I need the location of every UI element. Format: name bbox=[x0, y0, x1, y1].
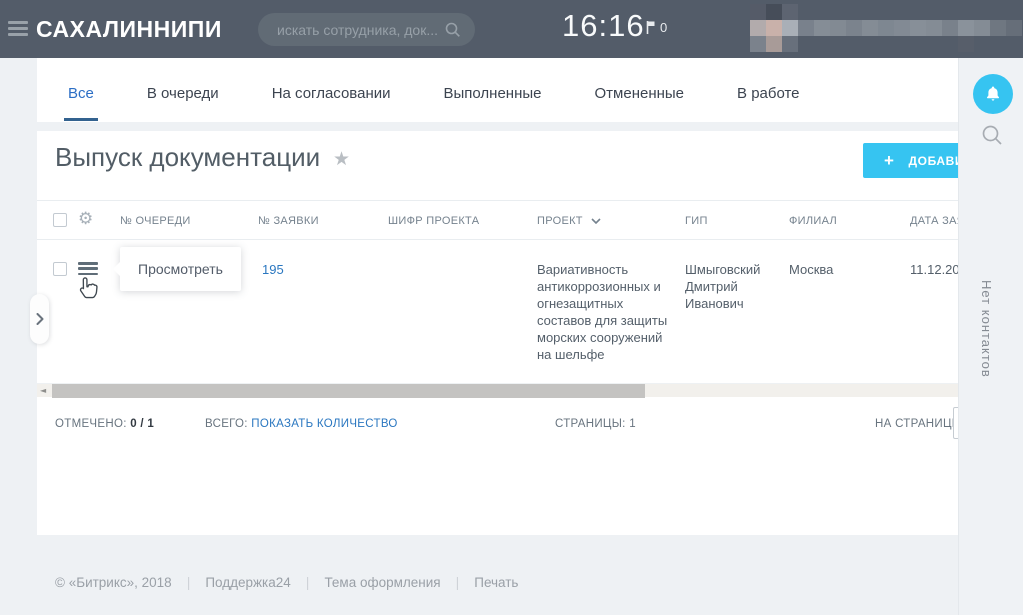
search-icon bbox=[445, 22, 461, 38]
right-sidebar: Нет контактов bbox=[958, 58, 1023, 615]
per-page-label: НА СТРАНИЦЕ: bbox=[875, 418, 958, 430]
date-cell: 11.12.20 bbox=[910, 261, 958, 278]
scroll-left-arrow-icon[interactable]: ◄ bbox=[40, 386, 46, 395]
clock: 16:16 bbox=[562, 8, 645, 44]
app-window: САХАЛИННИПИ искать сотрудника, док... 16… bbox=[0, 0, 1023, 615]
flag-icon bbox=[646, 21, 656, 35]
col-cipher[interactable]: ШИФР ПРОЕКТА bbox=[388, 215, 479, 227]
filter-tabs: Все В очереди На согласовании Выполненны… bbox=[37, 58, 958, 122]
row-action-tooltip: Просмотреть bbox=[120, 247, 241, 291]
notifications-button[interactable] bbox=[973, 74, 1013, 114]
footer-link-theme[interactable]: Тема оформления bbox=[324, 575, 440, 590]
page-title: Выпуск документации bbox=[55, 142, 320, 173]
col-date[interactable]: ДАТА ЗАЯВКИ bbox=[910, 215, 958, 227]
view-action[interactable]: Просмотреть bbox=[138, 261, 223, 277]
expand-panel-button[interactable] bbox=[30, 294, 49, 344]
project-cell: Вариативность антикоррозионных и огнезащ… bbox=[537, 261, 675, 363]
row-checkbox[interactable] bbox=[53, 262, 67, 276]
grid-settings-gear-icon[interactable]: ⚙ bbox=[78, 211, 93, 228]
page-footer: © «Битрикс», 2018 | Поддержка24 | Тема о… bbox=[55, 574, 518, 590]
checked-counter: ОТМЕЧЕНО: 0 / 1 bbox=[55, 418, 154, 430]
favorite-star-icon[interactable]: ★ bbox=[333, 148, 350, 171]
menu-icon[interactable] bbox=[8, 21, 28, 37]
plus-icon: + bbox=[884, 152, 895, 169]
col-queue-no[interactable]: № ОЧЕРЕДИ bbox=[120, 215, 191, 227]
search-placeholder: искать сотрудника, док... bbox=[277, 22, 445, 38]
global-search-input[interactable]: искать сотрудника, док... bbox=[258, 13, 475, 46]
select-all-checkbox[interactable] bbox=[53, 213, 67, 227]
footer-link-support[interactable]: Поддержка24 bbox=[205, 575, 290, 590]
show-count-link[interactable]: ПОКАЗАТЬ КОЛИЧЕСТВО bbox=[251, 418, 397, 430]
branch-cell: Москва bbox=[789, 261, 833, 278]
tooltip-arrow bbox=[113, 262, 120, 276]
horizontal-scrollbar[interactable]: ◄ bbox=[37, 383, 958, 397]
content-panel: Выпуск документации ★ + ДОБАВИТЬ ⚙ № ОЧЕ… bbox=[37, 131, 958, 535]
add-button[interactable]: + ДОБАВИТЬ bbox=[863, 143, 958, 178]
col-gip[interactable]: ГИП bbox=[685, 215, 708, 227]
sort-chevron-down-icon bbox=[591, 218, 601, 224]
bell-icon bbox=[983, 84, 1003, 104]
flag-counter[interactable]: 0 bbox=[646, 21, 667, 35]
sidebar-search-icon[interactable] bbox=[981, 124, 1003, 146]
app-logo[interactable]: САХАЛИННИПИ bbox=[36, 0, 222, 58]
tab-queued[interactable]: В очереди bbox=[147, 85, 219, 116]
scrollbar-thumb[interactable] bbox=[52, 384, 645, 398]
footer-link-print[interactable]: Печать bbox=[474, 575, 518, 590]
tab-cancelled[interactable]: Отмененные bbox=[595, 85, 685, 116]
user-profile-blurred[interactable] bbox=[750, 4, 1022, 52]
cursor-pointer-icon bbox=[75, 274, 102, 301]
request-no-link[interactable]: 195 bbox=[262, 261, 284, 278]
no-contacts-label: Нет контактов bbox=[979, 280, 994, 378]
col-branch[interactable]: ФИЛИАЛ bbox=[789, 215, 837, 227]
tab-all[interactable]: Все bbox=[68, 85, 94, 116]
flag-count: 0 bbox=[660, 21, 667, 35]
gip-cell: Шмыговский Дмитрий Иванович bbox=[685, 261, 785, 312]
col-request-no[interactable]: № ЗАЯВКИ bbox=[258, 215, 319, 227]
top-header: САХАЛИННИПИ искать сотрудника, док... 16… bbox=[0, 0, 1023, 58]
copyright: © «Битрикс», 2018 bbox=[55, 575, 172, 590]
pages-counter: СТРАНИЦЫ: 1 bbox=[555, 418, 636, 430]
tab-done[interactable]: Выполненные bbox=[444, 85, 542, 116]
tab-approval[interactable]: На согласовании bbox=[272, 85, 391, 116]
tab-inwork[interactable]: В работе bbox=[737, 85, 800, 116]
col-project[interactable]: ПРОЕКТ bbox=[537, 215, 601, 227]
total-counter: ВСЕГО: ПОКАЗАТЬ КОЛИЧЕСТВО bbox=[205, 418, 398, 430]
pagination-bar: ОТМЕЧЕНО: 0 / 1 ВСЕГО: ПОКАЗАТЬ КОЛИЧЕСТ… bbox=[37, 401, 958, 451]
table-header: ⚙ № ОЧЕРЕДИ № ЗАЯВКИ ШИФР ПРОЕКТА ПРОЕКТ… bbox=[37, 200, 958, 240]
chevron-right-icon bbox=[36, 313, 44, 325]
